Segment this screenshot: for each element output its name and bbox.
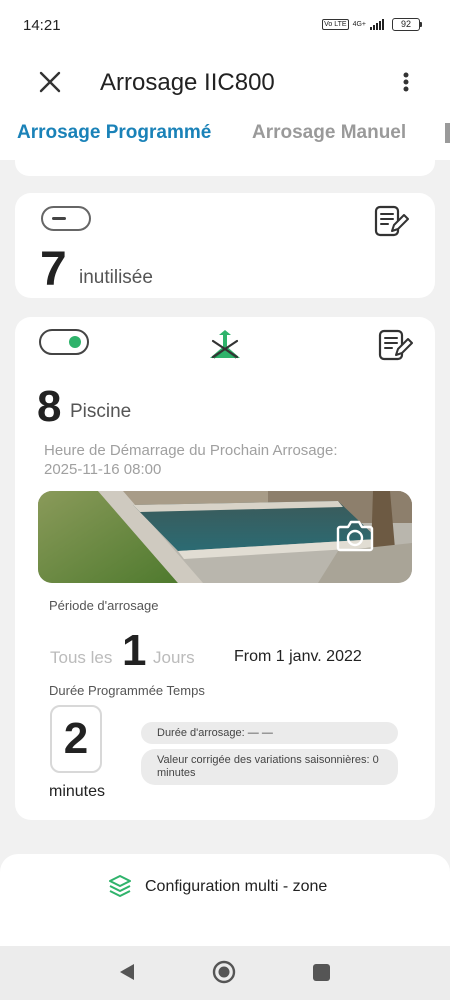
home-icon[interactable]	[212, 960, 236, 984]
duration-value[interactable]: 2	[50, 705, 102, 773]
period-row[interactable]: Tous les 1 Jours From 1 janv. 2022	[50, 621, 430, 675]
zone-number: 7	[40, 243, 67, 296]
tab-arrosage-programme[interactable]: Arrosage Programmé	[17, 122, 211, 144]
back-icon[interactable]	[117, 962, 137, 982]
app-bar: Arrosage IIC800	[0, 52, 450, 110]
network-type: 4G+	[352, 21, 366, 28]
period-from: From 1 janv. 2022	[234, 648, 362, 665]
close-button[interactable]	[32, 64, 68, 100]
period-label: Période d'arrosage	[49, 598, 159, 613]
more-options-button[interactable]	[388, 64, 424, 100]
duration-unit: minutes	[49, 783, 106, 800]
zone-toggle[interactable]	[39, 329, 89, 355]
previous-zone-card-bottom	[15, 150, 435, 176]
status-icons: Vo LTE 4G+ 92	[322, 18, 422, 31]
zone-photo[interactable]	[38, 491, 412, 583]
battery-icon: 92	[392, 18, 422, 31]
volte-icon: Vo LTE	[322, 19, 349, 30]
next-start-label: Heure de Démarrage du Prochain Arrosage:	[44, 442, 338, 459]
tab-arrosage-manuel[interactable]: Arrosage Manuel	[252, 122, 406, 144]
zone-number: 8	[37, 382, 62, 431]
page-title: Arrosage IIC800	[100, 69, 275, 96]
more-vert-icon	[403, 72, 409, 92]
sprinkler-icon	[210, 330, 240, 359]
close-icon	[39, 71, 61, 93]
layers-icon	[109, 875, 131, 897]
period-unit: Jours	[153, 648, 195, 667]
multi-zone-label: Configuration multi - zone	[145, 878, 328, 895]
edit-note-icon[interactable]	[377, 327, 413, 363]
duration-label: Durée Programmée Temps	[49, 683, 205, 698]
recent-apps-icon[interactable]	[313, 964, 330, 981]
next-start-value: 2025-11-16 08:00	[44, 461, 162, 478]
edit-note-icon[interactable]	[373, 203, 409, 239]
seasonal-adjust-pill: Valeur corrigée des variations saisonniè…	[141, 749, 398, 785]
zone-name: Piscine	[70, 401, 132, 422]
signal-icon	[370, 19, 384, 30]
zone-name: inutilisée	[79, 267, 153, 288]
system-nav-bar	[0, 946, 450, 1000]
camera-icon[interactable]	[336, 517, 374, 553]
watering-duration-pill: Durée d'arrosage: — —	[141, 722, 398, 744]
zone-card-7[interactable]: 7 inutilisée	[15, 193, 435, 298]
zone-toggle[interactable]	[41, 206, 91, 231]
period-value: 1	[122, 626, 147, 675]
status-time: 14:21	[23, 17, 61, 34]
period-prefix: Tous les	[50, 648, 113, 667]
zone-card-8[interactable]: 8 Piscine Heure de Démarrage du Prochain…	[15, 317, 435, 820]
tab-next-stub[interactable]	[445, 123, 450, 143]
multi-zone-config-button[interactable]: Configuration multi - zone	[0, 854, 450, 946]
battery-level: 92	[392, 18, 420, 31]
status-bar: 14:21 Vo LTE 4G+ 92	[0, 0, 450, 52]
